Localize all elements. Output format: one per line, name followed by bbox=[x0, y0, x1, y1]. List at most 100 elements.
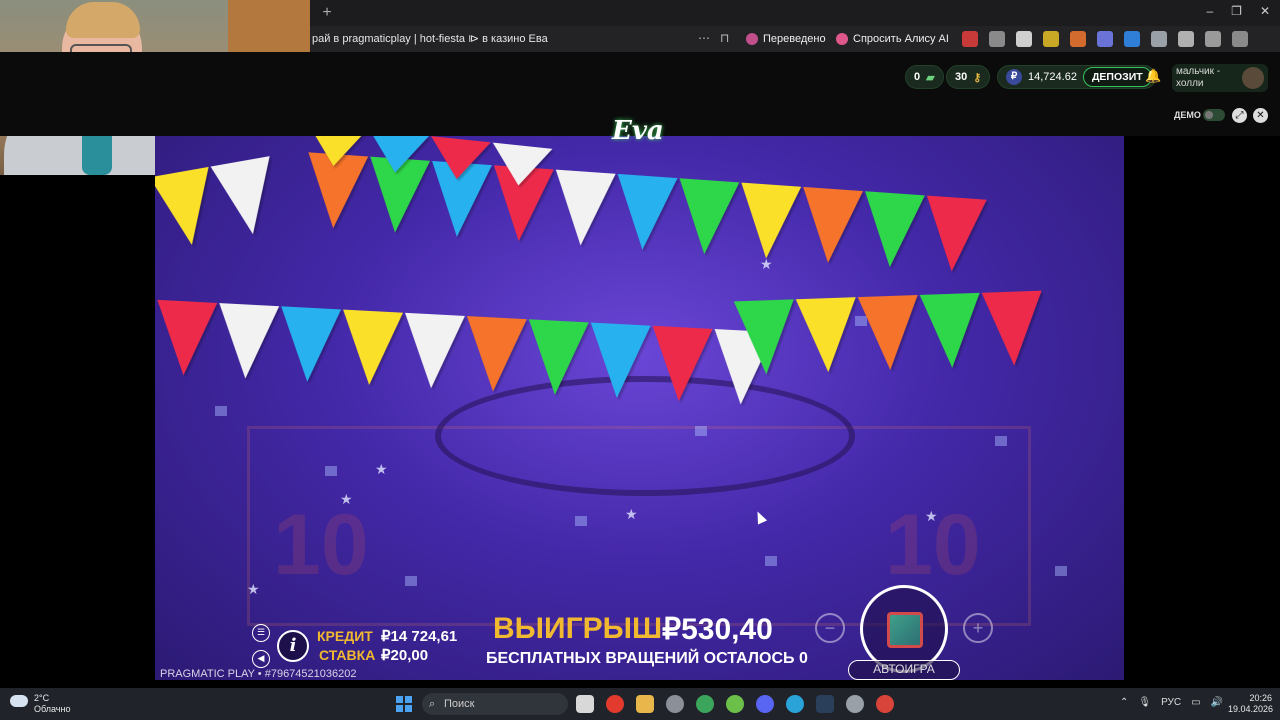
volume-icon[interactable]: 🔊 bbox=[1211, 697, 1223, 708]
key-counter[interactable]: 30 ⚷ bbox=[946, 65, 991, 89]
star: ★ bbox=[375, 461, 388, 477]
pennant bbox=[921, 195, 987, 274]
ext-puzzle-icon[interactable] bbox=[1205, 31, 1221, 47]
pennant bbox=[736, 182, 802, 261]
ext-ae-icon[interactable] bbox=[962, 31, 978, 47]
language-indicator[interactable]: РУС bbox=[1161, 697, 1181, 708]
chrome-alt-icon[interactable] bbox=[876, 695, 894, 713]
pennant bbox=[401, 312, 465, 390]
pennant bbox=[981, 290, 1045, 367]
stop-icon bbox=[887, 612, 923, 648]
expand-icon[interactable]: ⤢ bbox=[1232, 108, 1247, 123]
folder-icon[interactable] bbox=[636, 695, 654, 713]
menu-icon[interactable]: ☰ bbox=[252, 624, 270, 642]
steam-icon[interactable] bbox=[816, 695, 834, 713]
pennant-row-left bbox=[155, 156, 284, 251]
key-icon: ⚷ bbox=[973, 71, 982, 84]
minus-icon[interactable]: − bbox=[815, 613, 845, 643]
pennant-row-right bbox=[733, 290, 1046, 376]
bonus-counter[interactable]: 0 ▰ bbox=[905, 65, 944, 89]
bell-icon[interactable]: 🔔 bbox=[1145, 68, 1161, 84]
cloud-icon bbox=[10, 695, 28, 707]
pennant-row-middle bbox=[155, 299, 777, 407]
deposit-button[interactable]: ДЕПОЗИТ bbox=[1082, 67, 1152, 87]
mic-icon[interactable]: 🎙 bbox=[1138, 697, 1151, 708]
ext-yellow-icon[interactable] bbox=[1043, 31, 1059, 47]
weather-desc: Облачно bbox=[34, 704, 71, 714]
autoplay-button[interactable]: АВТОИГРА bbox=[848, 660, 960, 680]
username: мальчик - холли bbox=[1176, 66, 1221, 89]
app-green-icon[interactable] bbox=[726, 695, 744, 713]
taskbar-apps bbox=[576, 695, 894, 713]
demo-toggle[interactable] bbox=[1203, 109, 1225, 121]
pennant bbox=[612, 173, 678, 252]
pennant bbox=[648, 325, 713, 403]
confetti bbox=[215, 406, 227, 416]
confetti bbox=[765, 556, 777, 566]
taskbar-search[interactable]: ⌕ Поиск bbox=[422, 693, 568, 715]
pennant bbox=[365, 136, 430, 176]
ext-fox-icon[interactable] bbox=[1070, 31, 1086, 47]
confetti bbox=[575, 516, 587, 526]
telegram-icon[interactable] bbox=[786, 695, 804, 713]
star: ★ bbox=[925, 508, 938, 524]
close-icon[interactable]: ✕ bbox=[1253, 108, 1268, 123]
ext-globe-icon[interactable] bbox=[989, 31, 1005, 47]
ask-alice-button[interactable]: Спросить Алису AI bbox=[830, 29, 955, 49]
star: ★ bbox=[340, 491, 353, 507]
pennant bbox=[277, 306, 342, 384]
ext-discord-icon[interactable] bbox=[1097, 31, 1113, 47]
bet-value[interactable]: ₽20,00 bbox=[381, 646, 428, 664]
win-value: ₽530,40 bbox=[662, 613, 773, 646]
page-title[interactable]: рай в pragmaticplay | hot-fiesta ⧐ в каз… bbox=[312, 32, 548, 45]
slot-game-canvas[interactable]: 10 10 ★ ★ ★ ★ ★ ★ bbox=[155, 136, 1124, 680]
ext-shield-icon[interactable] bbox=[1151, 31, 1167, 47]
discord-icon[interactable] bbox=[756, 695, 774, 713]
confetti bbox=[695, 426, 707, 436]
translated-label: Переведено bbox=[763, 33, 826, 45]
pennant bbox=[488, 142, 553, 189]
balance-value: 14,724.62 bbox=[1028, 71, 1077, 83]
clock[interactable]: 20:26 19.04.2026 bbox=[1228, 693, 1273, 715]
task-view-icon[interactable] bbox=[576, 695, 594, 713]
search-placeholder: Поиск bbox=[444, 698, 475, 710]
minimize-icon[interactable]: – bbox=[1206, 4, 1213, 18]
ext-play-icon[interactable] bbox=[1178, 31, 1194, 47]
chrome-icon[interactable] bbox=[696, 695, 714, 713]
chevron-up-icon[interactable]: ⌃ bbox=[1120, 697, 1128, 708]
provider-id: PRAGMATIC PLAY • #79674521036202 bbox=[160, 668, 357, 680]
free-spins-label: БЕСПЛАТНЫХ ВРАЩЕНИЙ ОСТАЛОСЬ bbox=[486, 650, 795, 667]
ask-alice-label: Спросить Алису AI bbox=[853, 33, 949, 45]
network-icon[interactable]: ▭ bbox=[1191, 697, 1200, 708]
ext-qr-icon[interactable] bbox=[1016, 31, 1032, 47]
time: 20:26 bbox=[1249, 693, 1272, 703]
credit-value: ₽14 724,61 bbox=[381, 628, 458, 645]
info-icon[interactable]: i bbox=[277, 630, 309, 662]
settings-icon[interactable] bbox=[846, 695, 864, 713]
extension-icons bbox=[962, 31, 1248, 47]
app-icon[interactable] bbox=[666, 695, 684, 713]
bookmark-icon[interactable]: ⊓ bbox=[720, 31, 729, 45]
ext-download-icon[interactable] bbox=[1232, 31, 1248, 47]
webcam-person-hair bbox=[66, 2, 140, 38]
search-icon: ⌕ bbox=[429, 698, 436, 710]
pennant bbox=[674, 178, 740, 257]
weather-widget[interactable]: 2°C Облачно bbox=[10, 693, 70, 715]
user-profile-button[interactable]: мальчик - холли bbox=[1172, 64, 1268, 92]
windows-icon[interactable] bbox=[396, 696, 412, 712]
ext-blue-icon[interactable] bbox=[1124, 31, 1140, 47]
close-window-icon[interactable]: ✕ bbox=[1260, 4, 1270, 18]
yandex-browser-icon[interactable] bbox=[606, 695, 624, 713]
translated-button[interactable]: Переведено bbox=[740, 29, 832, 49]
star: ★ bbox=[625, 506, 638, 522]
bonus-count: 0 bbox=[914, 71, 921, 83]
maximize-icon[interactable]: ❐ bbox=[1231, 4, 1242, 18]
pennant bbox=[463, 316, 527, 394]
more-icon[interactable]: ⋯ bbox=[698, 31, 710, 45]
pennant bbox=[524, 319, 589, 397]
pennant bbox=[426, 136, 491, 183]
confetti bbox=[995, 436, 1007, 446]
new-tab-plus-icon[interactable]: + bbox=[318, 4, 336, 22]
sound-icon[interactable]: ◀ bbox=[252, 650, 270, 668]
plus-icon[interactable]: + bbox=[963, 613, 993, 643]
